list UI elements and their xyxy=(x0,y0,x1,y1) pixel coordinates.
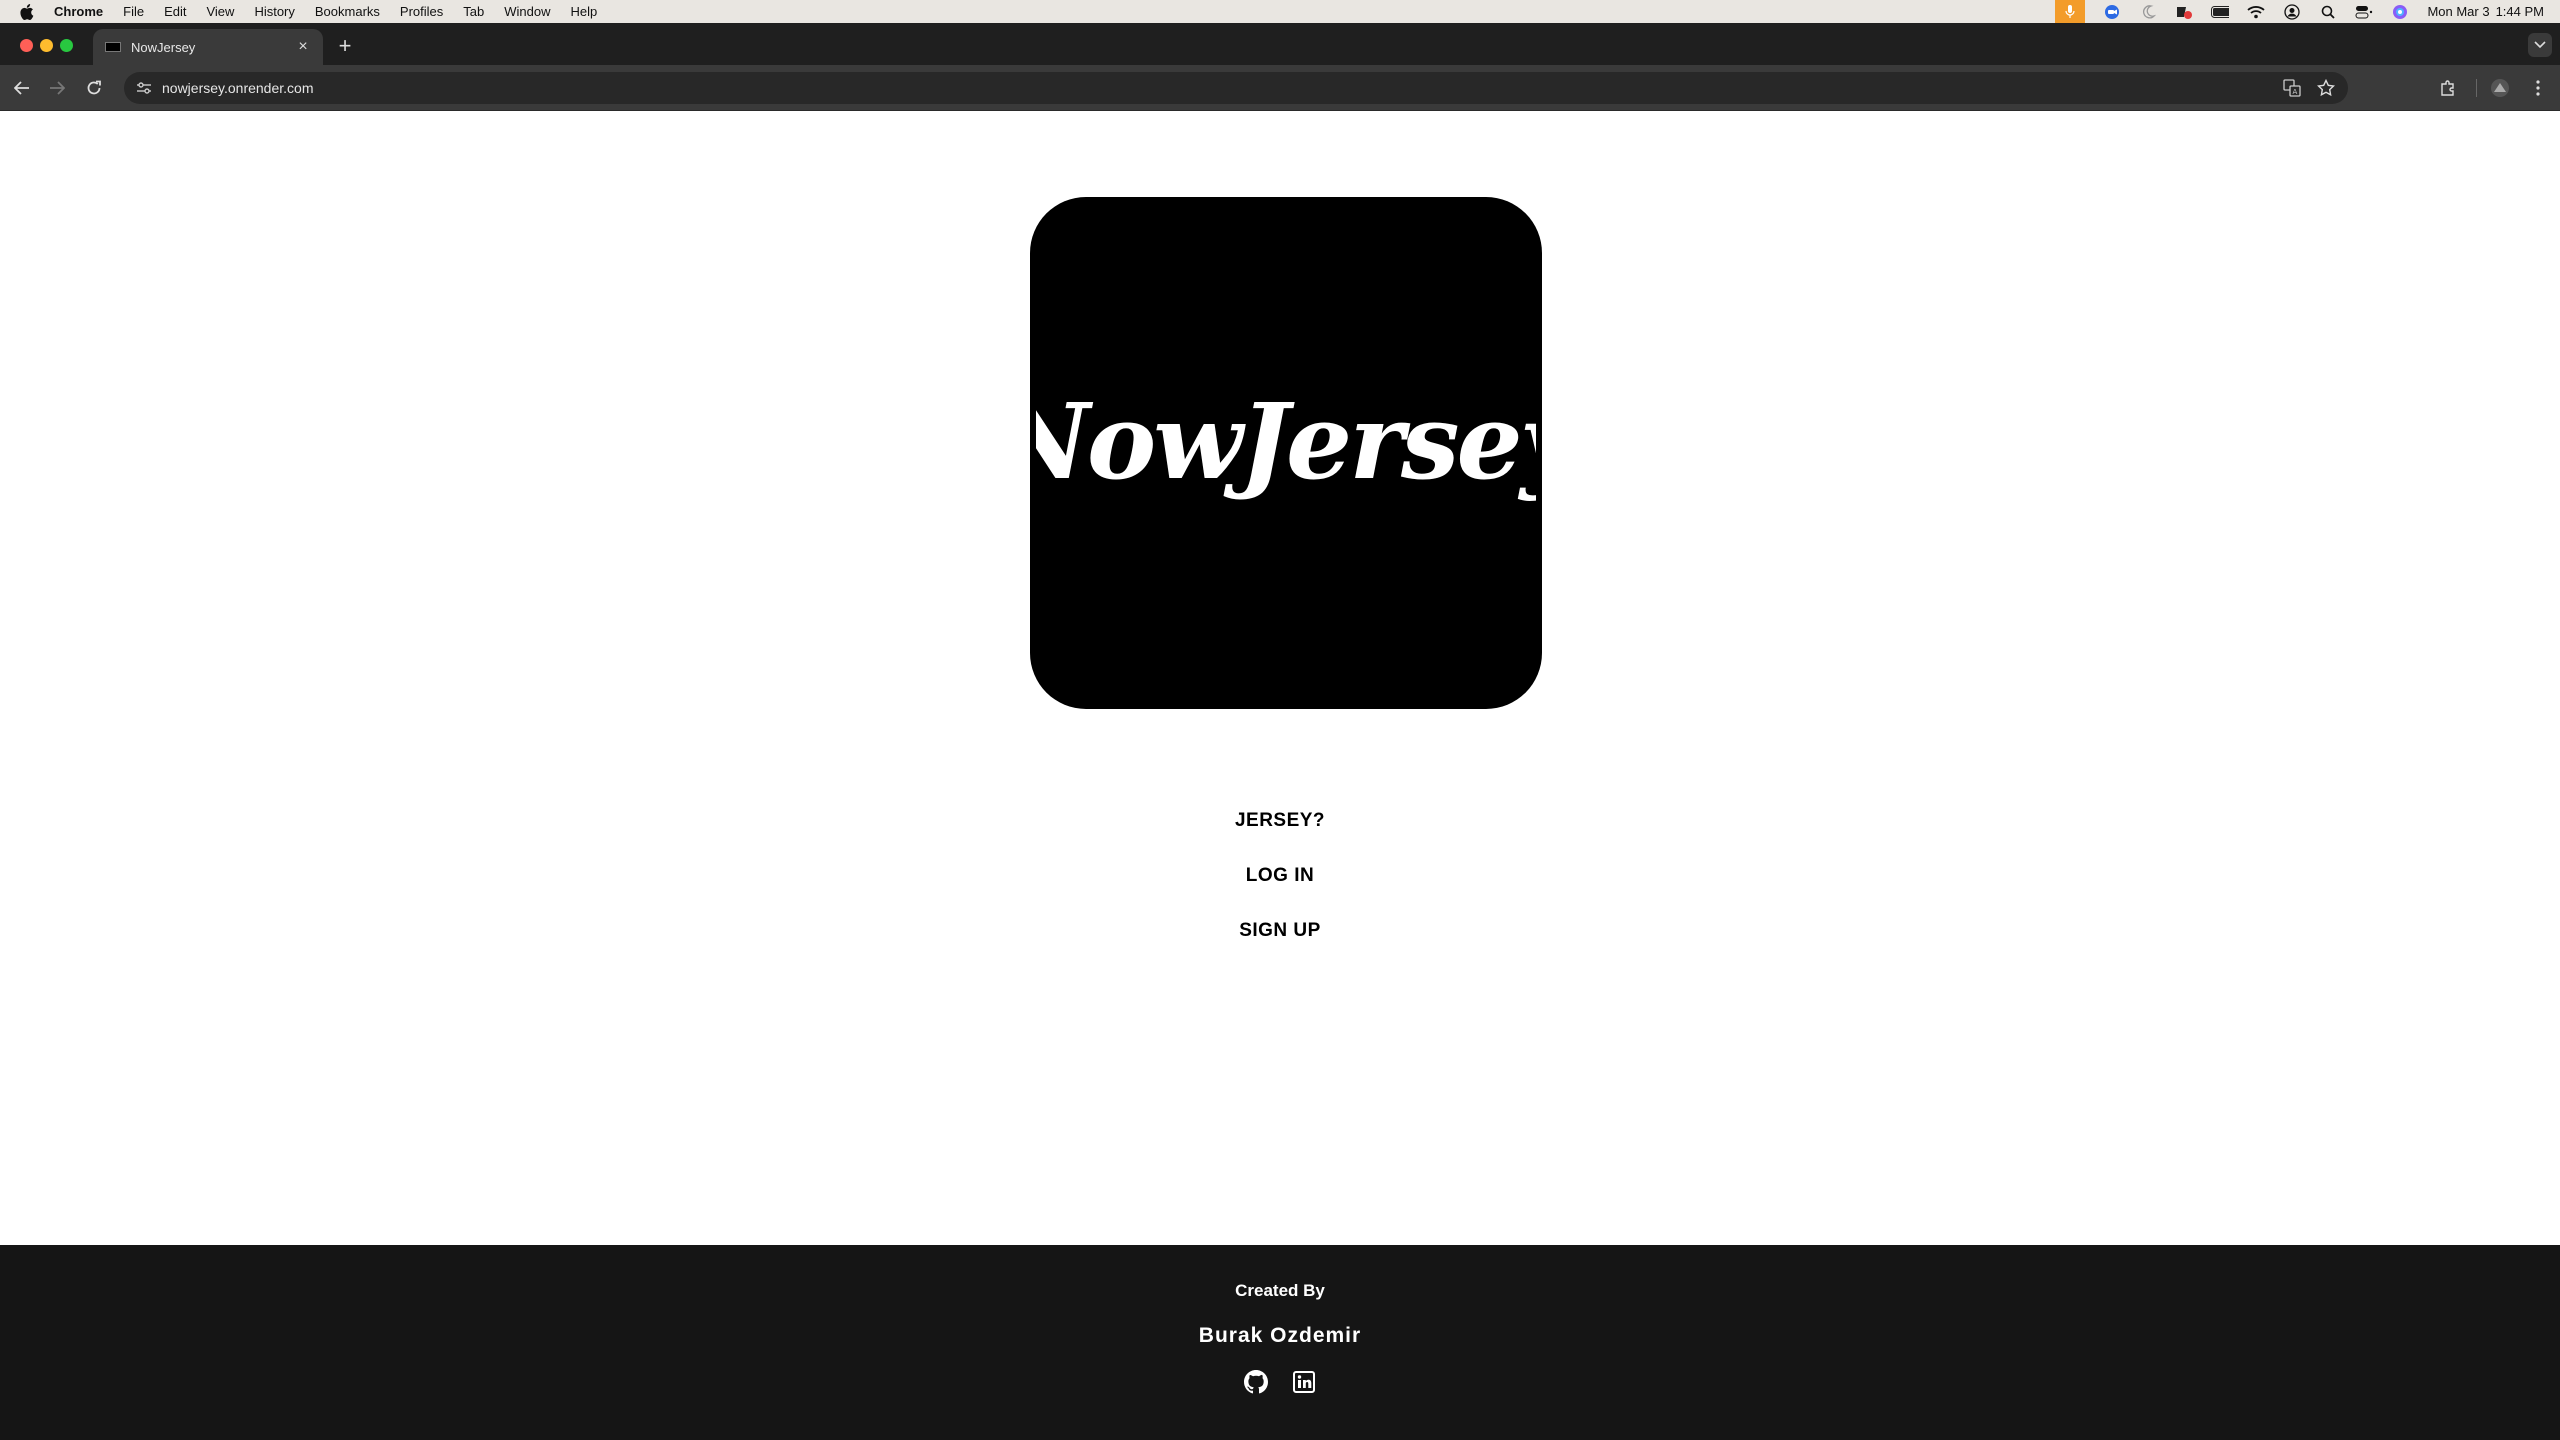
web-page-content: NowJersey JERSEY? LOG IN SIGN UP xyxy=(0,111,2560,1245)
menu-bookmarks[interactable]: Bookmarks xyxy=(315,4,380,19)
menu-view[interactable]: View xyxy=(206,4,234,19)
tab-title: NowJersey xyxy=(131,39,196,55)
browser-toolbar: nowjersey.onrender.com A xyxy=(0,65,2560,111)
browser-tab[interactable]: NowJersey × xyxy=(93,29,323,65)
jersey-link[interactable]: JERSEY? xyxy=(1235,809,1325,864)
menu-history[interactable]: History xyxy=(254,4,294,19)
new-tab-button[interactable]: + xyxy=(333,35,357,59)
reload-button[interactable] xyxy=(82,76,106,100)
spotlight-search-icon[interactable] xyxy=(2319,4,2337,20)
microphone-in-use-icon[interactable] xyxy=(2055,0,2086,23)
svg-text:A: A xyxy=(2293,88,2298,96)
tab-search-button[interactable] xyxy=(2528,33,2552,57)
macos-menu-bar: Chrome File Edit View History Bookmarks … xyxy=(0,0,2560,23)
linkedin-icon[interactable] xyxy=(1292,1370,1316,1394)
extensions-icon[interactable] xyxy=(2436,76,2460,100)
nowjersey-logo[interactable]: NowJersey xyxy=(1030,197,1542,709)
menu-app-chrome[interactable]: Chrome xyxy=(54,4,103,19)
menu-help[interactable]: Help xyxy=(571,4,598,19)
author-name: Burak Ozdemir xyxy=(1198,1324,1362,1347)
menu-edit[interactable]: Edit xyxy=(164,4,186,19)
apple-menu-icon[interactable] xyxy=(18,3,36,21)
github-icon[interactable] xyxy=(1244,1370,1268,1394)
siri-icon[interactable] xyxy=(2391,4,2409,20)
back-button[interactable] xyxy=(10,76,34,100)
window-zoom-button[interactable] xyxy=(60,39,73,52)
menu-file[interactable]: File xyxy=(123,4,144,19)
battery-icon[interactable] xyxy=(2211,4,2230,20)
social-links xyxy=(1244,1370,1316,1394)
status-app-icon[interactable] xyxy=(2175,4,2193,20)
chrome-menu-icon[interactable] xyxy=(2526,76,2550,100)
menu-window[interactable]: Window xyxy=(504,4,550,19)
menubar-date[interactable]: Mon Mar 3 xyxy=(2427,4,2489,19)
tab-favicon xyxy=(105,42,121,52)
address-bar[interactable]: nowjersey.onrender.com A xyxy=(124,72,2348,104)
menu-tab[interactable]: Tab xyxy=(463,4,484,19)
bookmark-star-icon[interactable] xyxy=(2314,76,2338,100)
window-minimize-button[interactable] xyxy=(40,39,53,52)
main-nav-links: JERSEY? LOG IN SIGN UP xyxy=(0,809,2560,974)
control-center-icon[interactable] xyxy=(2355,4,2373,20)
menubar-time[interactable]: 1:44 PM xyxy=(2496,4,2544,19)
site-info-icon[interactable] xyxy=(132,76,156,100)
moon-icon[interactable] xyxy=(2139,4,2157,20)
toolbar-divider xyxy=(2476,79,2477,97)
forward-button[interactable] xyxy=(45,76,69,100)
window-close-button[interactable] xyxy=(20,39,33,52)
menu-profiles[interactable]: Profiles xyxy=(400,4,443,19)
user-account-icon[interactable] xyxy=(2283,3,2301,20)
status-area: Mon Mar 3 1:44 PM xyxy=(2055,0,2544,23)
log-in-link[interactable]: LOG IN xyxy=(1246,864,1314,919)
translate-icon[interactable]: A xyxy=(2280,76,2304,100)
logo-wordmark: NowJersey xyxy=(1036,380,1536,503)
created-by-label: Created By xyxy=(1235,1281,1325,1300)
zoom-icon[interactable] xyxy=(2103,4,2121,20)
profile-avatar-icon[interactable] xyxy=(2488,76,2512,100)
sign-up-link[interactable]: SIGN UP xyxy=(1239,919,1321,974)
browser-tab-strip: NowJersey × + xyxy=(0,23,2560,65)
page-footer: Created By Burak Ozdemir xyxy=(0,1245,2560,1440)
wifi-icon[interactable] xyxy=(2247,4,2266,20)
url-text[interactable]: nowjersey.onrender.com xyxy=(162,80,313,96)
tab-close-icon[interactable]: × xyxy=(295,38,311,55)
logo-text: NowJersey xyxy=(1036,380,1536,503)
